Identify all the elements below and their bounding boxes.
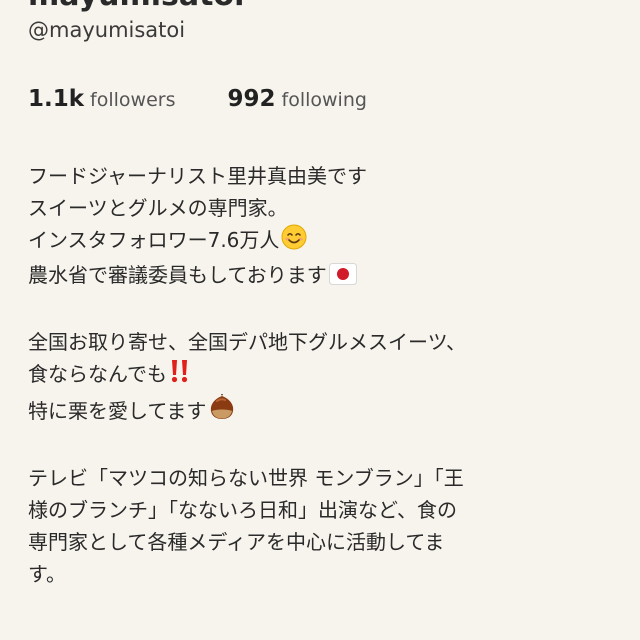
bio-paragraph-foods: 全国お取り寄せ、全国デパ地下グルメスイーツ、 食ならなんでも 特に栗を愛してます — [28, 326, 618, 430]
following-count: 992 — [227, 86, 276, 112]
bio-spacer — [28, 430, 618, 462]
bio-spacer — [28, 294, 618, 326]
profile-name-cut: mayumisatoi — [28, 0, 244, 13]
bio-line: 全国お取り寄せ、全国デパ地下グルメスイーツ、 — [28, 330, 466, 354]
profile-handle: @mayumisatoi — [28, 18, 186, 42]
bio-line: テレビ「マツコの知らない世界 モンブラン」「王 — [28, 466, 464, 490]
bio-line: 農水省で審議委員もしております — [28, 259, 618, 294]
bio-line: 特に栗を愛してます — [28, 393, 618, 430]
chestnut-icon — [208, 393, 236, 430]
bio-line: 食ならなんでも — [28, 358, 618, 393]
japan-flag-icon — [328, 262, 357, 294]
followers-stat[interactable]: 1.1k followers — [28, 86, 175, 112]
bio-line: 様のブランチ」「なないろ日和」出演など、食の — [28, 498, 457, 522]
bio-line: 専門家として各種メディアを中心に活動してま — [28, 530, 445, 554]
bio-line: す。 — [28, 562, 66, 586]
profile-stats: 1.1k followers 992 following — [28, 86, 367, 112]
bio-line: スイーツとグルメの専門家。 — [28, 196, 288, 220]
following-stat[interactable]: 992 following — [227, 86, 366, 112]
smiling-face-icon — [281, 224, 307, 259]
followers-count: 1.1k — [28, 86, 85, 112]
bio-paragraph-media: テレビ「マツコの知らない世界 モンブラン」「王 様のブランチ」「なないろ日和」出… — [28, 462, 618, 590]
followers-label: followers — [90, 89, 176, 111]
bio-line: インスタフォロワー7.6万人 — [28, 224, 618, 259]
bio-paragraph-intro: フードジャーナリスト里井真由美です スイーツとグルメの専門家。 インスタフォロワ… — [28, 160, 618, 294]
following-label: following — [281, 89, 367, 111]
double-exclamation-icon — [169, 358, 191, 393]
profile-bio: フードジャーナリスト里井真由美です スイーツとグルメの専門家。 インスタフォロワ… — [28, 160, 618, 590]
bio-line: フードジャーナリスト里井真由美です — [28, 164, 367, 188]
